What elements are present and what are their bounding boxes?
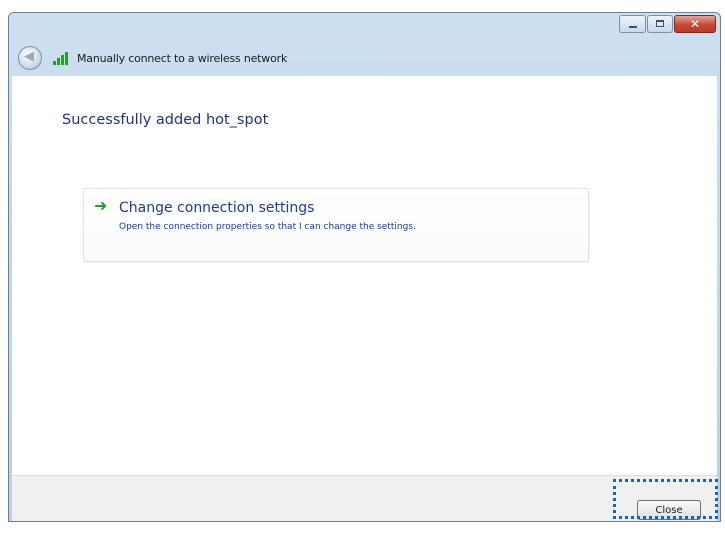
wireless-network-icon (53, 51, 71, 65)
green-arrow-icon: ➜ (94, 196, 108, 215)
minimize-button[interactable] (619, 15, 646, 33)
dialog-window: ✕ ◀ Manually connect to a wireless netwo… (8, 12, 721, 522)
maximize-icon (656, 20, 664, 27)
minimize-icon (629, 26, 637, 28)
close-icon: ✕ (689, 17, 701, 31)
option-description: Open the connection properties so that I… (119, 222, 416, 232)
change-connection-settings-link[interactable]: ➜ Change connection settings Open the co… (83, 188, 589, 262)
content-area: Successfully added hot_spot ➜ Change con… (12, 76, 717, 475)
page-heading: Successfully added hot_spot (62, 112, 269, 128)
dialog-footer: Close (12, 475, 717, 521)
window-controls: ✕ (619, 15, 716, 33)
back-button[interactable]: ◀ (18, 46, 42, 70)
maximize-button[interactable] (647, 15, 673, 33)
title-bar: ✕ ◀ Manually connect to a wireless netwo… (9, 13, 720, 75)
option-title: Change connection settings (119, 200, 315, 216)
window-close-button[interactable]: ✕ (674, 15, 716, 33)
window-title: Manually connect to a wireless network (77, 52, 288, 65)
close-button[interactable]: Close (637, 500, 701, 520)
back-arrow-icon: ◀ (24, 49, 34, 64)
